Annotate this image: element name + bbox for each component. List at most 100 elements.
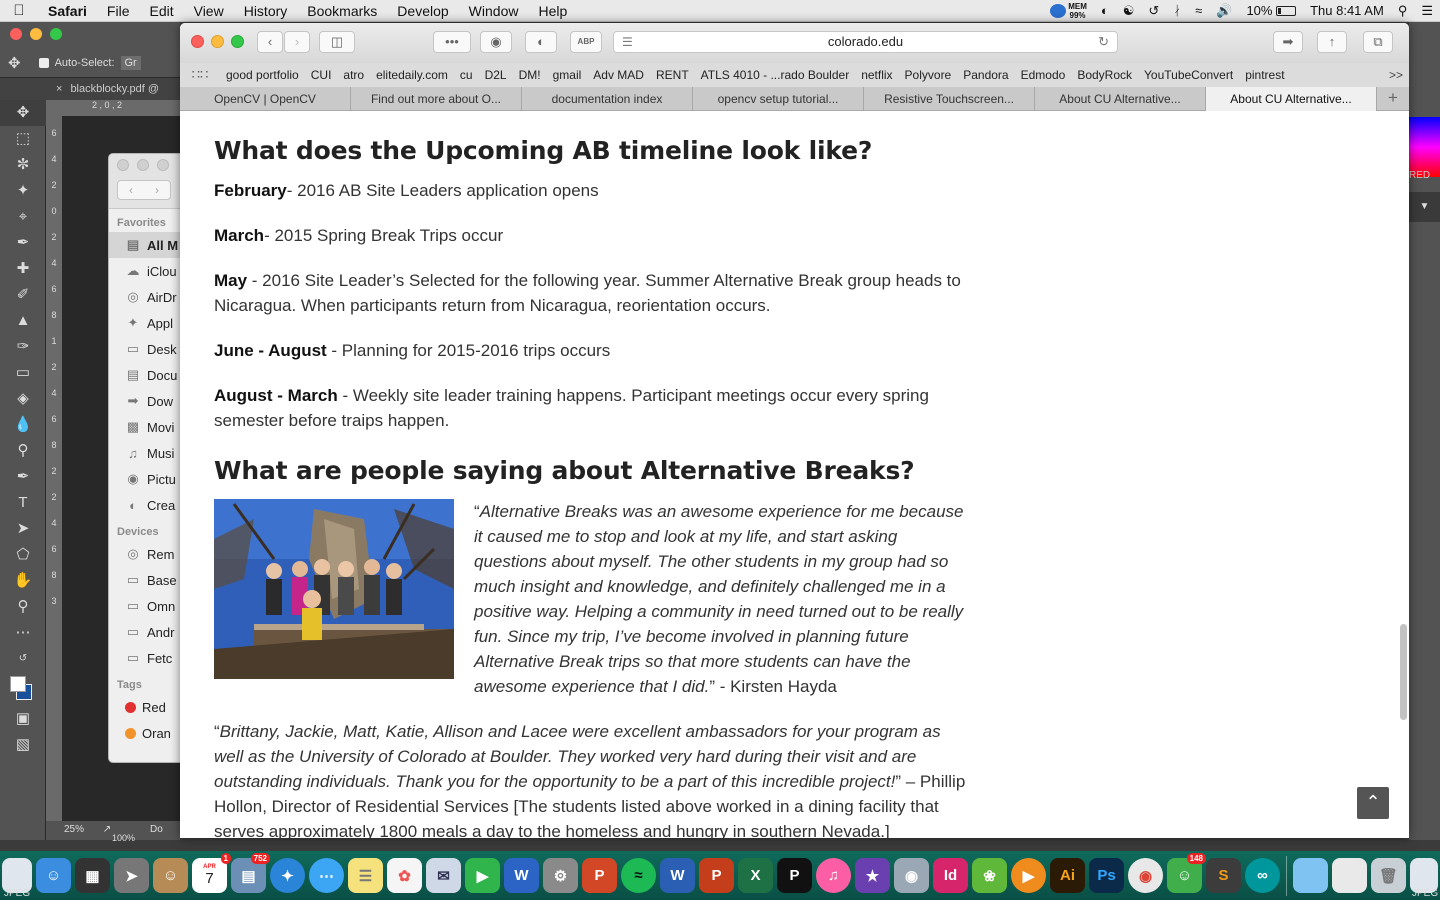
new-tab-button[interactable]: + xyxy=(1377,87,1409,110)
finder-tag-red[interactable]: Red xyxy=(109,694,182,720)
bookmark-item[interactable]: elitedaily.com xyxy=(370,68,454,82)
type-icon[interactable]: T xyxy=(0,490,46,516)
bookmark-item[interactable]: good portfolio xyxy=(220,68,305,82)
facetime-icon[interactable]: ▶ xyxy=(465,858,500,893)
tab-opencv[interactable]: OpenCV | OpenCV xyxy=(180,87,351,111)
bookmark-item[interactable]: Adv MAD xyxy=(587,68,650,82)
sidebar-toggle-icon[interactable]: ◫ xyxy=(319,31,355,53)
finder-item-pictures[interactable]: ◉ Pictu xyxy=(109,466,182,492)
creative-cloud-icon[interactable]: ◐ xyxy=(1094,3,1116,18)
ps-share-icon[interactable]: ↗ xyxy=(103,824,111,835)
volume-icon[interactable]: 🔊 xyxy=(1209,3,1239,19)
wifi-icon[interactable]: ≈ xyxy=(1188,3,1209,18)
menu-window[interactable]: Window xyxy=(459,0,529,22)
arduino-icon[interactable]: ∞ xyxy=(1245,858,1280,893)
bookmark-item[interactable]: DM! xyxy=(513,68,547,82)
finder-icon[interactable]: ☺ xyxy=(36,858,71,893)
cartoon-icon[interactable]: ☺ 148 xyxy=(1167,853,1206,893)
reader-icon[interactable]: ☰ xyxy=(622,32,633,52)
finder-item-downloads[interactable]: ➡ Dow xyxy=(109,388,182,414)
minimize-button[interactable] xyxy=(211,35,224,48)
finder-device-remote[interactable]: ◎ Rem xyxy=(109,541,182,567)
adblock-icon[interactable]: ABP xyxy=(570,31,602,53)
vlc-icon[interactable]: ▶ xyxy=(1011,858,1046,893)
chrome-icon[interactable]: ◉ xyxy=(1128,858,1163,893)
tab-find-out-more[interactable]: Find out more about O... xyxy=(351,87,522,111)
zoom-button[interactable] xyxy=(231,35,244,48)
bookmark-item[interactable]: BodyRock xyxy=(1071,68,1138,82)
finder-item-all-my-files[interactable]: ▤ All M xyxy=(109,232,182,258)
ps-doc-tab[interactable]: blackblocky.pdf @ xyxy=(70,83,159,95)
finder-item-applications[interactable]: ✦ Appl xyxy=(109,310,182,336)
finder-item-music[interactable]: ♫ Musi xyxy=(109,440,182,466)
lasso-icon[interactable]: ✼ xyxy=(0,152,46,178)
folder-icon[interactable] xyxy=(1293,858,1328,893)
bluetooth-icon[interactable]: ᛅ xyxy=(1166,3,1188,18)
ghostery-icon[interactable]: ◉ xyxy=(480,31,512,53)
bookmark-item[interactable]: pintrest xyxy=(1239,68,1290,82)
bookmark-item[interactable]: YouTubeConvert xyxy=(1138,68,1239,82)
indesign-icon[interactable]: Id xyxy=(933,858,968,893)
bookmark-item[interactable]: D2L xyxy=(479,68,513,82)
battery-status[interactable]: 10% xyxy=(1239,3,1303,18)
bookmark-item[interactable]: Polyvore xyxy=(899,68,958,82)
itunes-icon[interactable]: ♫ xyxy=(816,858,851,893)
bookmark-item[interactable]: netflix xyxy=(855,68,898,82)
eraser-icon[interactable]: ▭ xyxy=(0,360,46,386)
tab-about-cu-alternative-active[interactable]: About CU Alternative... xyxy=(1206,87,1377,111)
bookmark-item[interactable]: cu xyxy=(454,68,479,82)
calendar-icon[interactable]: APR 7 1 xyxy=(192,853,231,893)
finder-item-airdrop[interactable]: ◎ AirDr xyxy=(109,284,182,310)
finder-forward-icon[interactable]: › xyxy=(144,181,170,199)
healing-icon[interactable]: ✚ xyxy=(0,256,46,282)
spotlight-icon[interactable]: ⚲ xyxy=(1391,3,1415,19)
finder-device-fetch[interactable]: ▭ Fetc xyxy=(109,645,182,671)
scrollbar-thumb[interactable] xyxy=(1400,624,1407,720)
powerpoint-icon[interactable]: P xyxy=(582,858,617,893)
bookmark-item[interactable]: gmail xyxy=(547,68,588,82)
menu-edit[interactable]: Edit xyxy=(139,0,183,22)
finder-back-icon[interactable]: ‹ xyxy=(118,181,144,199)
tabs-overview-icon[interactable]: ⧉ xyxy=(1363,31,1393,53)
finder-item-creative-cloud[interactable]: ◐ Crea xyxy=(109,492,182,518)
time-machine-icon[interactable]: ↺ xyxy=(1141,3,1166,19)
auto-select-checkbox[interactable] xyxy=(38,58,49,68)
paint-bucket-icon[interactable]: ◈ xyxy=(0,386,46,412)
pandora-icon[interactable]: P xyxy=(777,858,812,893)
close-button[interactable] xyxy=(191,35,204,48)
finder-item-movies[interactable]: ▩ Movi xyxy=(109,414,182,440)
word-icon[interactable]: W xyxy=(504,858,539,893)
ps-max-dot[interactable] xyxy=(50,28,62,40)
grammarly-icon[interactable]: ◐ xyxy=(525,31,557,53)
menu-help[interactable]: Help xyxy=(528,0,577,22)
bookmark-item[interactable]: Edmodo xyxy=(1015,68,1072,82)
sublime-icon[interactable]: S xyxy=(1206,858,1241,893)
finder-device-omn[interactable]: ▭ Omn xyxy=(109,593,182,619)
menu-view[interactable]: View xyxy=(184,0,234,22)
marquee-icon[interactable]: ⬚ xyxy=(0,126,46,152)
launchpad-icon[interactable]: ➤ xyxy=(114,858,149,893)
quick-mask-icon[interactable]: ▣ xyxy=(0,706,46,732)
system-prefs-icon[interactable]: ⚙ xyxy=(543,858,578,893)
reload-icon[interactable]: ↻ xyxy=(1098,32,1109,52)
ps-doc-close-icon[interactable]: × xyxy=(56,83,62,95)
menu-file[interactable]: File xyxy=(97,0,140,22)
path-select-icon[interactable]: ➤ xyxy=(0,516,46,542)
finder-device-base[interactable]: ▭ Base xyxy=(109,567,182,593)
quick-select-icon[interactable]: ✦ xyxy=(0,178,46,204)
back-button[interactable]: ‹ xyxy=(257,31,283,53)
crop-icon[interactable]: ⌖ xyxy=(0,204,46,230)
finder-item-desktop[interactable]: ▭ Desk xyxy=(109,336,182,362)
bookmark-item[interactable]: atro xyxy=(337,68,370,82)
menu-develop[interactable]: Develop xyxy=(387,0,458,22)
app-menu[interactable]: Safari xyxy=(38,0,97,22)
screen-mode-icon[interactable]: ▧ xyxy=(0,732,46,758)
notes-icon[interactable]: ☰ xyxy=(348,858,383,893)
finder-min-dot[interactable] xyxy=(137,159,149,171)
swap-colors-icon[interactable]: ↺ xyxy=(0,646,46,672)
auto-select-dropdown[interactable]: Gr xyxy=(120,56,141,70)
photoshop-icon[interactable]: Ps xyxy=(1089,858,1124,893)
zoom-icon[interactable]: ⚲ xyxy=(0,594,46,620)
finder-item-documents[interactable]: ▤ Docu xyxy=(109,362,182,388)
eyedropper-icon[interactable]: ✒ xyxy=(0,230,46,256)
